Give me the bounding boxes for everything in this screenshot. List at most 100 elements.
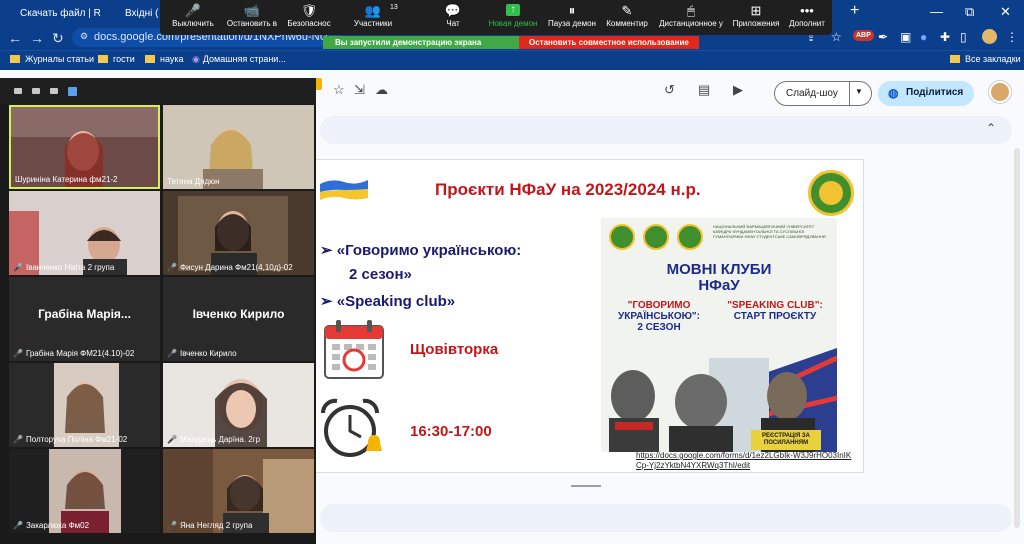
adblock-extension-icon[interactable]: ABP bbox=[853, 30, 874, 41]
side-panel-icon[interactable]: ▯ bbox=[960, 30, 967, 44]
participant-tile[interactable]: 🎤 Полторуха Поліна Фм21-02 bbox=[9, 363, 160, 447]
poster-title: МОВНІ КЛУБИ НФаУ bbox=[601, 262, 837, 294]
slide-title: Проєкти НФаУ на 2023/2024 н.р. bbox=[435, 180, 701, 199]
folder-icon bbox=[98, 55, 108, 63]
forward-icon[interactable]: → bbox=[30, 30, 44, 46]
star-icon[interactable]: ☆ bbox=[333, 82, 345, 98]
speaker-notes-strip[interactable] bbox=[320, 504, 1012, 532]
participant-tile[interactable]: 🎤 Фисун Дарина Фм21(4,10д)-02 bbox=[163, 191, 314, 275]
poster-header: НАЦІОНАЛЬНИЙ ФАРМАЦЕВТИЧНИЙ УНІВЕРСИТЕТ … bbox=[713, 224, 826, 239]
participant-name: 🎤 Полторуха Поліна Фм21-02 bbox=[13, 435, 128, 444]
language-clubs-poster: НАЦІОНАЛЬНИЙ ФАРМАЦЕВТИЧНИЙ УНІВЕРСИТЕТ … bbox=[601, 218, 837, 452]
alarm-clock-icon bbox=[320, 398, 382, 457]
stop-sharing-label: Остановить совместное использование bbox=[529, 38, 689, 47]
participant-name: 🎤 Грабіна Марія ФМ21(4.10)-02 bbox=[13, 349, 135, 358]
security-button[interactable]: 🛡 Безопаснос bbox=[284, 2, 334, 28]
tab-label: Вхідні ( bbox=[125, 8, 159, 19]
bullet-speaking-club: ➢ «Speaking club» bbox=[320, 293, 456, 310]
meet-icon[interactable]: ▶ bbox=[733, 82, 743, 98]
restore-button[interactable]: ⧉ bbox=[965, 4, 974, 20]
thumbnail-view-icon[interactable] bbox=[50, 88, 58, 94]
slideshow-button[interactable]: Слайд-шоу ▼ bbox=[774, 81, 872, 106]
chevron-up-icon[interactable]: ⌃ bbox=[986, 121, 996, 135]
pen-icon: ✎ bbox=[621, 3, 633, 18]
bookmark-star-icon[interactable]: ☆ bbox=[831, 30, 842, 44]
version-history-icon[interactable]: ↺ bbox=[664, 82, 675, 98]
share-label: Поділитися bbox=[906, 87, 964, 98]
speaker-view-icon[interactable] bbox=[14, 88, 22, 94]
bookmark-journals[interactable]: Журналы статьи bbox=[10, 54, 94, 64]
annotate-button[interactable]: ✎ Комментир bbox=[602, 2, 652, 28]
participant-name: 🎤 Яна Негляд 2 група bbox=[167, 521, 253, 530]
participant-tile[interactable]: Грабіна Марія... 🎤 Грабіна Марія ФМ21(4.1… bbox=[9, 277, 160, 361]
poster-right-line2: СТАРТ ПРОЄКТУ bbox=[733, 311, 817, 322]
stop-video-button[interactable]: 📹 Остановить в bbox=[224, 2, 280, 28]
share-screen-icon: ↑ bbox=[506, 4, 520, 16]
strip-view-icon[interactable] bbox=[32, 88, 40, 94]
participant-tile[interactable]: Тетяна Дядюн bbox=[163, 105, 314, 189]
mute-button[interactable]: 🎤 Выключить bbox=[170, 2, 216, 28]
participant-name: Тетяна Дядюн bbox=[167, 177, 220, 186]
reload-icon[interactable]: ↻ bbox=[52, 30, 64, 47]
emblem-icon bbox=[609, 224, 635, 250]
chat-icon: 💬 bbox=[444, 3, 462, 18]
browser-profile-avatar[interactable] bbox=[982, 29, 997, 44]
move-folder-icon[interactable]: ⇲ bbox=[354, 82, 365, 98]
new-tab-button[interactable]: + bbox=[850, 2, 859, 20]
participants-label: Участники bbox=[353, 19, 393, 28]
pen-extension-icon[interactable]: ✒ bbox=[878, 30, 888, 44]
comments-icon[interactable]: ▤ bbox=[698, 82, 710, 98]
university-emblem bbox=[808, 170, 854, 216]
poster-right-line1: "SPEAKING CLUB": bbox=[727, 300, 823, 311]
minimize-button[interactable]: — bbox=[930, 4, 943, 19]
ukraine-flag-image bbox=[320, 180, 368, 200]
screen-share-notification: Вы запустили демонстрацию экрана bbox=[323, 36, 519, 49]
site-info-icon[interactable]: ⚙ bbox=[80, 31, 88, 42]
filmstrip-handle[interactable] bbox=[571, 485, 601, 487]
tab-download-file[interactable]: Скачать файл | R bbox=[12, 4, 117, 26]
user-avatar[interactable] bbox=[989, 81, 1011, 103]
bookmark-guests[interactable]: гости bbox=[98, 54, 135, 64]
bookmark-all[interactable]: Все закладки bbox=[950, 54, 1021, 64]
bookmark-home[interactable]: ◉ Домашняя страни... bbox=[192, 54, 286, 65]
poster-title-line2: НФаУ bbox=[698, 277, 740, 294]
extension-icon[interactable]: ▣ bbox=[900, 30, 911, 44]
participants-count: 13 bbox=[390, 4, 398, 11]
puzzle-extensions-icon[interactable]: ✚ bbox=[940, 30, 950, 44]
dot-extension-icon[interactable]: ● bbox=[920, 30, 927, 44]
close-window-button[interactable]: ✕ bbox=[1000, 4, 1011, 20]
stop-sharing-button[interactable]: Остановить совместное использование bbox=[519, 36, 699, 49]
notification-text: Вы запустили демонстрацию экрана bbox=[335, 38, 482, 47]
folder-icon bbox=[10, 55, 20, 63]
more-button[interactable]: ••• Дополнит bbox=[784, 2, 830, 28]
gallery-view-icon[interactable] bbox=[68, 87, 77, 96]
chat-button[interactable]: 💬 Чат bbox=[436, 2, 470, 28]
annotate-label: Комментир bbox=[606, 19, 648, 28]
menu-kebab-icon[interactable]: ⋮ bbox=[1006, 30, 1018, 44]
tab-inbox[interactable]: Вхідні ( bbox=[117, 4, 162, 26]
participant-tile[interactable]: Івченко Кирило 🎤 Івченко Кирило bbox=[163, 277, 314, 361]
participant-tile[interactable]: 🎤 Мазурець Дарїна. 2гр bbox=[163, 363, 314, 447]
remote-control-label: Дистанционное у bbox=[659, 19, 723, 28]
participant-name: Шуриніна Катерина фм21-2 bbox=[15, 175, 118, 184]
calendar-icon bbox=[324, 320, 384, 379]
participant-tile[interactable]: Шуриніна Катерина фм21-2 bbox=[9, 105, 160, 189]
chat-label: Чат bbox=[446, 19, 460, 28]
registration-link[interactable]: https://docs.google.com/forms/d/1ez2LGbI… bbox=[636, 451, 854, 471]
share-button[interactable]: ◍ Поділитися bbox=[878, 81, 974, 106]
bookmark-label: гости bbox=[113, 54, 135, 64]
cloud-status-icon[interactable]: ☁ bbox=[375, 82, 388, 98]
participant-tile[interactable]: 🎤 Іванченко Нікіта 2 група bbox=[9, 191, 160, 275]
apps-button[interactable]: ⊞ Приложения bbox=[730, 2, 782, 28]
bookmark-science[interactable]: наука bbox=[145, 54, 184, 64]
participant-tile[interactable]: 🎤 Закарлюка Фм02 bbox=[9, 449, 160, 533]
new-share-button[interactable]: ↑ Новая демон bbox=[484, 2, 542, 28]
remote-control-button[interactable]: 🖱 Дистанционное у bbox=[654, 2, 728, 28]
pause-share-button[interactable]: ⏸ Пауза демон bbox=[544, 2, 600, 28]
scrollbar[interactable] bbox=[1014, 148, 1020, 528]
chevron-down-icon[interactable]: ▼ bbox=[855, 87, 863, 96]
remote-control-icon: 🖱 bbox=[687, 3, 695, 18]
participant-tile[interactable]: 🎤 Яна Негляд 2 група bbox=[163, 449, 314, 533]
back-icon[interactable]: ← bbox=[8, 30, 22, 46]
slides-toolbar bbox=[320, 116, 1012, 144]
